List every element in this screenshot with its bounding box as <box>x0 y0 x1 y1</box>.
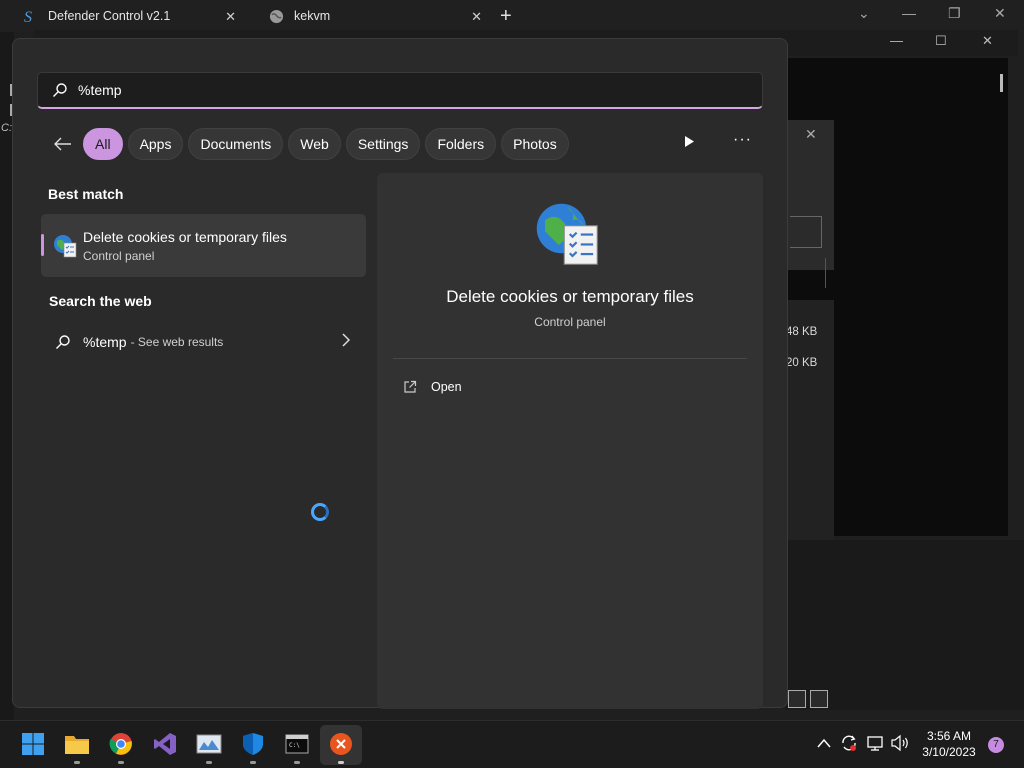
close-icon[interactable]: ✕ <box>982 33 993 49</box>
internet-options-icon <box>53 234 77 263</box>
tab-title: kekvm <box>294 9 331 23</box>
minimize-icon[interactable]: — <box>890 33 903 48</box>
photo-viewer-icon[interactable] <box>196 731 222 757</box>
clock-date: 3/10/2023 <box>922 745 976 759</box>
filter-chip-apps[interactable]: Apps <box>127 128 184 160</box>
filter-chip-documents[interactable]: Documents <box>188 128 284 160</box>
result-subtitle: Control panel <box>83 249 155 263</box>
details-view-icon[interactable] <box>788 690 806 708</box>
app-close-icon[interactable] <box>328 731 354 757</box>
search-input[interactable] <box>78 82 738 98</box>
clock-time: 3:56 AM <box>926 729 972 743</box>
more-options-icon[interactable]: ··· <box>733 131 752 149</box>
tab-close-icon[interactable]: ✕ <box>225 9 236 25</box>
filter-chip-all[interactable]: All <box>83 128 123 160</box>
loading-spinner-icon <box>311 503 329 521</box>
result-title: Delete cookies or temporary files <box>83 229 287 245</box>
browser-tab-strip: S Defender Control v2.1 ✕ kekvm ✕ + ⌄ — … <box>0 0 1024 32</box>
defender-s-icon: S <box>22 8 38 24</box>
console-scrollbar[interactable] <box>1000 74 1003 92</box>
selection-accent <box>41 234 44 256</box>
dialog-input[interactable] <box>790 216 822 248</box>
chevron-up-icon[interactable] <box>817 735 831 751</box>
tab-close-icon[interactable]: ✕ <box>471 9 482 25</box>
best-match-result[interactable]: Delete cookies or temporary files Contro… <box>41 214 366 277</box>
minimize-icon[interactable]: — <box>902 5 916 21</box>
browser-tab-defender-control[interactable]: S Defender Control v2.1 ✕ <box>0 0 246 32</box>
terminal-icon[interactable]: C:\ <box>284 731 310 757</box>
system-clock[interactable]: 3:56 AM 3/10/2023 <box>916 728 982 760</box>
open-action[interactable]: Open <box>403 380 462 394</box>
browser-tab-kekvm[interactable]: kekvm ✕ <box>246 0 492 32</box>
play-icon[interactable] <box>683 135 695 153</box>
web-query: %temp <box>83 334 127 350</box>
open-label: Open <box>431 380 462 394</box>
preview-subtitle: Control panel <box>534 315 606 329</box>
sync-icon[interactable] <box>840 734 858 755</box>
maximize-icon[interactable]: ☐ <box>935 33 947 49</box>
running-indicator <box>250 761 256 764</box>
filter-chip-settings[interactable]: Settings <box>345 128 421 160</box>
filter-chip-web[interactable]: Web <box>288 128 341 160</box>
close-icon[interactable]: ✕ <box>994 5 1006 22</box>
notification-badge[interactable]: 7 <box>988 737 1004 753</box>
internet-options-icon <box>534 201 600 272</box>
svg-text:C:\: C:\ <box>289 742 300 749</box>
running-indicator <box>294 761 300 764</box>
visual-studio-icon[interactable] <box>152 731 178 757</box>
start-icon[interactable] <box>20 731 46 757</box>
tab-title: Defender Control v2.1 <box>48 9 171 23</box>
taskbar: C:\ 3:56 AM 3/10/2023 7 <box>0 720 1024 768</box>
file-size: 48 KB <box>786 326 818 338</box>
network-icon[interactable] <box>866 734 884 755</box>
start-search-flyout: All Apps Documents Web Settings Folders … <box>12 38 788 709</box>
large-icons-view-icon[interactable] <box>810 690 828 708</box>
running-indicator <box>338 761 344 764</box>
chrome-icon[interactable] <box>108 731 134 757</box>
windows-security-icon[interactable] <box>240 731 266 757</box>
new-tab-button[interactable]: + <box>500 5 512 28</box>
result-preview-pane: Delete cookies or temporary files Contro… <box>377 173 763 709</box>
file-explorer-icon[interactable] <box>64 731 90 757</box>
chevron-down-icon[interactable]: ⌄ <box>858 5 870 22</box>
search-icon <box>52 81 70 99</box>
running-indicator <box>206 761 212 764</box>
file-size: 20 KB <box>786 357 818 369</box>
chevron-right-icon <box>342 333 351 352</box>
search-box[interactable] <box>37 72 763 109</box>
back-arrow-icon[interactable] <box>49 130 77 158</box>
globe-icon <box>268 8 284 24</box>
restore-icon[interactable]: ❐ <box>948 5 961 22</box>
svg-text:S: S <box>24 9 32 24</box>
web-search-result[interactable]: %temp - See web results <box>41 326 366 358</box>
filter-chip-photos[interactable]: Photos <box>501 128 569 160</box>
search-icon <box>56 335 70 349</box>
web-results-hint: - See web results <box>130 335 224 349</box>
search-filter-bar: All Apps Documents Web Settings Folders … <box>49 128 574 160</box>
search-web-heading: Search the web <box>49 293 152 309</box>
running-indicator <box>74 761 80 764</box>
preview-title: Delete cookies or temporary files <box>446 287 694 306</box>
open-external-icon <box>404 380 417 393</box>
background-window-area <box>786 540 1024 710</box>
filter-chip-folders[interactable]: Folders <box>425 128 497 160</box>
dialog-field <box>790 258 826 288</box>
divider <box>393 358 747 359</box>
running-indicator <box>118 761 124 764</box>
best-match-heading: Best match <box>48 186 124 202</box>
dialog-close-icon[interactable]: ✕ <box>805 126 817 143</box>
volume-icon[interactable] <box>890 734 910 755</box>
